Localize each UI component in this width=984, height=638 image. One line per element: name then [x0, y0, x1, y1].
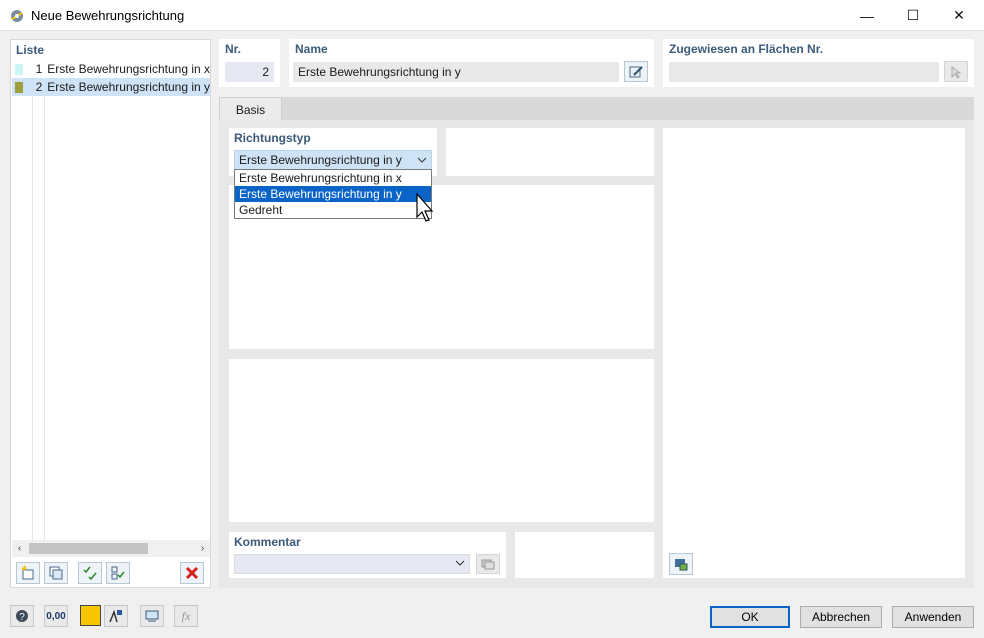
tab-basis[interactable]: Basis	[219, 97, 282, 121]
number-label: Nr.	[225, 42, 242, 56]
list-panel: Liste 1 Erste Bewehrungsrichtung in x 2 …	[10, 39, 211, 588]
color-swatch	[15, 81, 24, 93]
comment-section: Kommentar	[229, 532, 506, 578]
delete-item-button[interactable]	[180, 562, 204, 584]
name-label: Name	[295, 42, 328, 56]
help-button[interactable]: ?	[10, 605, 34, 627]
view-button[interactable]	[140, 605, 164, 627]
comment-library-button[interactable]	[476, 554, 500, 574]
scrollbar-thumb[interactable]	[29, 543, 148, 554]
app-icon	[9, 8, 25, 24]
edit-icon	[629, 65, 643, 77]
window-title: Neue Bewehrungsrichtung	[31, 8, 185, 23]
horizontal-scrollbar[interactable]: ‹ ›	[12, 540, 210, 557]
empty-panel	[446, 128, 654, 176]
display-icon	[109, 609, 122, 623]
list-item-number: 2	[35, 80, 43, 94]
direction-type-label: Richtungstyp	[234, 131, 311, 145]
chevron-left-icon: ‹	[17, 543, 22, 554]
number-field[interactable]: 2	[225, 62, 274, 82]
direction-type-selected: Erste Bewehrungsrichtung in y	[239, 153, 402, 167]
units-button[interactable]: 0,00	[44, 605, 68, 627]
chevron-down-icon	[417, 155, 427, 168]
check-all-button[interactable]	[78, 562, 102, 584]
comment-input[interactable]	[234, 554, 470, 574]
new-item-button[interactable]	[16, 562, 40, 584]
dropdown-option[interactable]: Erste Bewehrungsrichtung in x	[235, 170, 431, 186]
copy-item-button[interactable]	[44, 562, 68, 584]
units-icon: 0,00	[46, 610, 66, 622]
maximize-button[interactable]: ☐	[890, 0, 936, 31]
minimize-button[interactable]: —	[844, 0, 890, 31]
tree-line	[32, 87, 33, 540]
scroll-right-button[interactable]: ›	[195, 540, 210, 557]
list-title: Liste	[16, 43, 45, 57]
color-button[interactable]	[80, 605, 101, 626]
display-properties-button[interactable]	[104, 605, 128, 627]
new-item-icon	[21, 565, 34, 580]
dropdown-option[interactable]: Gedreht	[235, 202, 431, 218]
check-select-icon	[111, 566, 125, 580]
chevron-down-icon[interactable]	[455, 558, 465, 571]
list-toolbar	[11, 558, 210, 588]
number-section: Nr. 2	[219, 39, 280, 87]
list-item-label: Erste Bewehrungsrichtung in x	[47, 62, 210, 76]
formula-icon: fx	[181, 608, 191, 623]
cursor-pick-icon	[951, 65, 962, 79]
assigned-surfaces-section: Zugewiesen an Flächen Nr.	[663, 39, 974, 87]
list-item[interactable]: 1 Erste Bewehrungsrichtung in x	[12, 60, 210, 78]
close-icon: ✕	[953, 7, 965, 23]
graphic-options-button[interactable]	[669, 553, 693, 575]
list-item-label: Erste Bewehrungsrichtung in y	[47, 80, 210, 94]
color-swatch	[15, 63, 24, 75]
assigned-surfaces-field[interactable]	[669, 62, 939, 82]
help-icon: ?	[16, 610, 28, 623]
scroll-left-button[interactable]: ‹	[12, 540, 27, 557]
apply-button[interactable]: Anwenden	[892, 606, 974, 628]
direction-type-options: Erste Bewehrungsrichtung in x Erste Bewe…	[234, 169, 432, 219]
pick-surfaces-button[interactable]	[944, 61, 968, 82]
maximize-icon: ☐	[906, 7, 920, 23]
cancel-button[interactable]: Abbrechen	[800, 606, 882, 628]
formula-button[interactable]: fx	[174, 605, 198, 627]
edit-name-button[interactable]	[624, 61, 648, 82]
list-item[interactable]: 2 Erste Bewehrungsrichtung in y	[12, 78, 210, 96]
minimize-icon: —	[860, 7, 874, 24]
check-list-icon	[83, 566, 97, 581]
close-button[interactable]: ✕	[936, 0, 982, 31]
chevron-right-icon: ›	[200, 543, 205, 554]
direction-type-select[interactable]: Erste Bewehrungsrichtung in y	[234, 150, 432, 170]
name-field[interactable]: Erste Bewehrungsrichtung in y	[293, 62, 619, 82]
view-icon	[145, 610, 159, 622]
check-selected-button[interactable]	[106, 562, 130, 584]
list-item-number: 1	[35, 62, 43, 76]
ok-button[interactable]: OK	[710, 606, 790, 628]
empty-panel	[515, 532, 654, 578]
comment-label: Kommentar	[234, 535, 301, 549]
svg-text:?: ?	[19, 612, 25, 623]
preview-panel	[229, 359, 654, 522]
name-section: Name Erste Bewehrungsrichtung in y	[289, 39, 654, 87]
library-icon	[481, 559, 495, 570]
assigned-surfaces-label: Zugewiesen an Flächen Nr.	[669, 42, 824, 56]
dropdown-option[interactable]: Erste Bewehrungsrichtung in y	[235, 186, 431, 202]
tree-line	[44, 87, 45, 540]
graphic-panel	[663, 128, 965, 578]
delete-icon	[185, 566, 199, 580]
mouse-cursor-icon	[414, 192, 436, 228]
copy-icon	[49, 566, 63, 580]
graphic-icon	[675, 559, 688, 571]
